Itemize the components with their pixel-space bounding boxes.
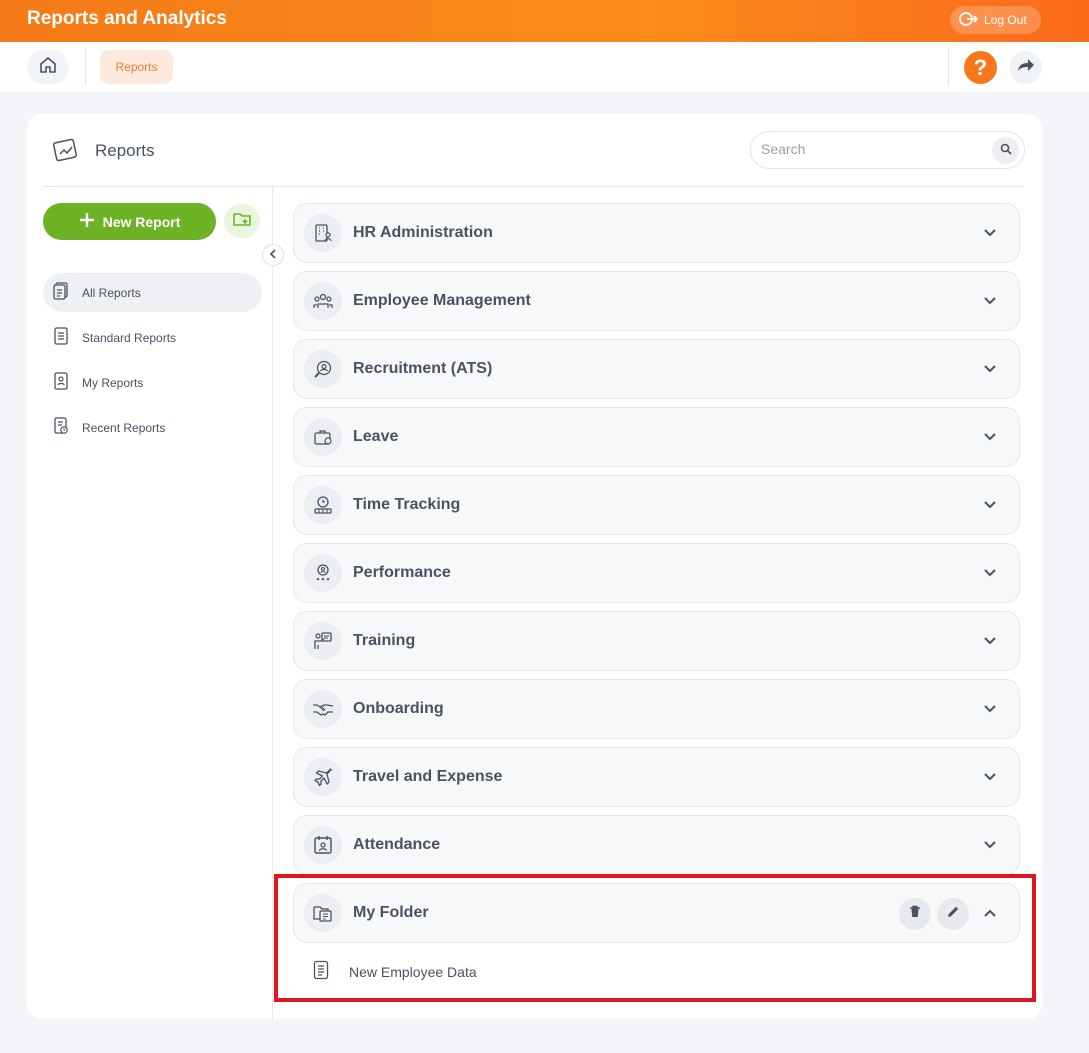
briefcase-icon xyxy=(304,418,342,456)
category-label: Travel and Expense xyxy=(353,768,503,785)
handshake-icon xyxy=(304,690,342,728)
chevron-left-icon xyxy=(269,246,277,264)
app-title: Reports and Analytics xyxy=(27,8,227,29)
category-performance[interactable]: Performance xyxy=(293,543,1020,603)
category-label: My Folder xyxy=(353,904,429,921)
sidebar-item-label: My Reports xyxy=(82,375,144,390)
toolbar: Reports ? xyxy=(0,42,1089,92)
new-folder-button[interactable] xyxy=(224,204,260,238)
building-icon xyxy=(304,214,342,252)
sidebar-item-standard-reports[interactable]: Standard Reports xyxy=(43,318,262,357)
category-attendance[interactable]: Attendance xyxy=(293,815,1020,875)
sidebar-item-label: Recent Reports xyxy=(82,420,166,435)
category-training[interactable]: Training xyxy=(293,611,1020,671)
category-onboarding[interactable]: Onboarding xyxy=(293,679,1020,739)
search-input[interactable] xyxy=(761,141,981,157)
chevron-down-icon xyxy=(980,359,1000,379)
chevron-down-icon xyxy=(980,767,1000,787)
calendar-icon xyxy=(304,826,342,864)
category-label: Attendance xyxy=(353,836,441,853)
category-label: Leave xyxy=(353,428,399,445)
breadcrumb-reports[interactable]: Reports xyxy=(100,50,173,84)
logout-label: Log Out xyxy=(984,13,1027,27)
report-item-new-employee-data[interactable]: New Employee Data xyxy=(313,960,477,983)
delete-folder-button[interactable] xyxy=(899,898,931,930)
page-title: Reports xyxy=(95,141,155,160)
divider xyxy=(43,186,1024,187)
people-icon xyxy=(304,282,342,320)
new-report-button[interactable]: New Report xyxy=(43,203,216,240)
sidebar-item-all-reports[interactable]: All Reports xyxy=(43,273,262,312)
category-travel-and-expense[interactable]: Travel and Expense xyxy=(293,747,1020,807)
category-label: HR Administration xyxy=(353,224,493,241)
chevron-down-icon xyxy=(980,835,1000,855)
app-header: Reports and Analytics Log Out xyxy=(0,0,1089,42)
search-icon xyxy=(1000,142,1012,160)
search-box xyxy=(750,131,1025,169)
all-reports-icon xyxy=(53,282,69,303)
recent-reports-icon xyxy=(53,417,69,438)
home-button[interactable] xyxy=(27,50,69,84)
edit-folder-button[interactable] xyxy=(937,898,969,930)
category-my-folder[interactable]: My Folder xyxy=(293,883,1020,943)
divider xyxy=(85,48,86,86)
category-label: Time Tracking xyxy=(353,496,461,513)
folder-plus-icon xyxy=(233,211,251,232)
search-button[interactable] xyxy=(992,137,1019,164)
logout-button[interactable]: Log Out xyxy=(950,6,1041,34)
reports-card: Reports New Report All Reports xyxy=(27,114,1042,1019)
category-leave[interactable]: Leave xyxy=(293,407,1020,467)
plus-icon xyxy=(79,212,95,231)
standard-reports-icon xyxy=(53,327,69,348)
trash-icon xyxy=(909,905,921,923)
category-hr-administration[interactable]: HR Administration xyxy=(293,203,1020,263)
chevron-down-icon xyxy=(980,291,1000,311)
new-report-label: New Report xyxy=(102,213,181,230)
chevron-up-icon[interactable] xyxy=(980,903,1000,923)
category-label: Employee Management xyxy=(353,292,531,309)
search-person-icon xyxy=(304,350,342,388)
sidebar-item-label: All Reports xyxy=(82,285,141,300)
category-label: Training xyxy=(353,632,416,649)
airplane-icon xyxy=(304,758,342,796)
document-icon xyxy=(313,960,329,983)
chevron-down-icon xyxy=(980,427,1000,447)
chevron-down-icon xyxy=(980,631,1000,651)
reports-icon xyxy=(52,137,80,168)
chevron-down-icon xyxy=(980,563,1000,583)
folder-icon xyxy=(304,894,342,932)
category-label: Recruitment (ATS) xyxy=(353,360,493,377)
collapse-sidebar-button[interactable] xyxy=(262,244,284,266)
category-time-tracking[interactable]: Time Tracking xyxy=(293,475,1020,535)
pencil-icon xyxy=(947,905,960,923)
divider xyxy=(272,186,273,1019)
share-button[interactable] xyxy=(1009,51,1042,84)
sidebar-item-label: Standard Reports xyxy=(82,330,177,345)
share-icon xyxy=(1017,57,1035,78)
category-label: Onboarding xyxy=(353,700,444,717)
help-button[interactable]: ? xyxy=(964,51,997,84)
category-employee-management[interactable]: Employee Management xyxy=(293,271,1020,331)
sidebar-item-recent-reports[interactable]: Recent Reports xyxy=(43,408,262,447)
chevron-down-icon xyxy=(980,699,1000,719)
report-item-label: New Employee Data xyxy=(349,963,477,980)
clock-icon xyxy=(304,486,342,524)
divider xyxy=(948,48,949,86)
my-reports-icon xyxy=(53,372,69,393)
chevron-down-icon xyxy=(980,223,1000,243)
chevron-down-icon xyxy=(980,495,1000,515)
category-recruitment-ats[interactable]: Recruitment (ATS) xyxy=(293,339,1020,399)
presentation-icon xyxy=(304,622,342,660)
logout-icon xyxy=(958,11,979,30)
home-icon xyxy=(38,55,58,80)
sidebar-item-my-reports[interactable]: My Reports xyxy=(43,363,262,402)
award-icon xyxy=(304,554,342,592)
category-label: Performance xyxy=(353,564,451,581)
